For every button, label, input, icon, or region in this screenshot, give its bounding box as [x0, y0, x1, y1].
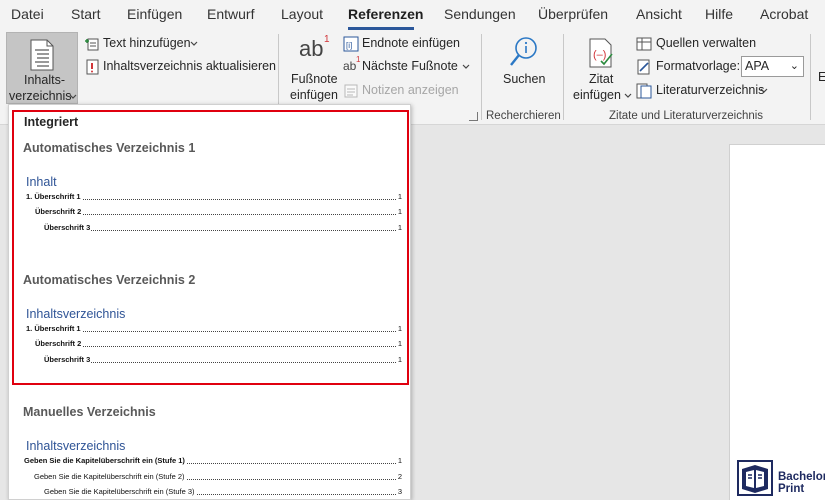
toc-label-line1: Inhalts- [24, 73, 65, 87]
manage-sources-icon [636, 37, 652, 51]
update-toc-icon [86, 59, 99, 75]
gallery-item-name: Manuelles Verzeichnis [23, 405, 156, 419]
bachelor-print-logo: Bachelor Print [737, 460, 825, 498]
citation-style-value: APA [745, 59, 770, 73]
toc-preview-title: Inhaltsverzeichnis [26, 439, 126, 453]
separator [563, 34, 564, 120]
document-page[interactable] [729, 144, 825, 500]
add-text-icon [85, 38, 99, 51]
insert-endnote-button[interactable]: [i] Endnote einfügen [343, 35, 463, 53]
toc-preview-row: Geben Sie die Kapitelüberschrift ein (St… [44, 487, 402, 496]
update-toc-button[interactable]: Inhaltsverzeichnis aktualisieren [84, 58, 284, 76]
toc-preview-row: Geben Sie die Kapitelüberschrift ein (St… [34, 472, 402, 481]
toc-icon [30, 39, 54, 71]
logo-line1: Bachelor [778, 471, 825, 483]
bibliography-button[interactable]: Literaturverzeichnis [636, 82, 776, 100]
separator [810, 34, 811, 120]
show-notes-button[interactable]: Notizen anzeigen [343, 82, 463, 100]
tab-hilfe[interactable]: Hilfe [705, 6, 733, 22]
next-footnote-marker-icon: 1 [356, 55, 361, 64]
tab-layout[interactable]: Layout [281, 6, 323, 22]
bibliography-label: Literaturverzeichnis [656, 83, 765, 97]
group-label-citations: Zitate und Literaturverzeichnis [609, 110, 764, 122]
manage-sources-label: Quellen verwalten [656, 36, 757, 50]
manage-sources-button[interactable]: Quellen verwalten [636, 35, 776, 53]
chevron-down-icon [69, 94, 77, 99]
citation-style-select[interactable]: APA ⌄ [741, 56, 804, 77]
overflow-group-initial: E [818, 70, 825, 84]
citation-label-line1: Zitat [589, 72, 614, 86]
tab-start[interactable]: Start [71, 6, 101, 22]
tab-datei[interactable]: Datei [11, 6, 44, 22]
toc-label-line2: verzeichnis [9, 89, 72, 103]
update-toc-label: Inhaltsverzeichnis aktualisieren [103, 59, 277, 73]
footnote-label-line1: Fußnote [291, 72, 338, 86]
tab-entwurf[interactable]: Entwurf [207, 6, 254, 22]
tab-referenzen[interactable]: Referenzen [348, 6, 423, 22]
footnote-superscript-icon: 1 [324, 34, 330, 45]
next-footnote-label: Nächste Fußnote [362, 59, 458, 73]
add-text-button[interactable]: Text hinzufügen [84, 35, 204, 53]
insert-endnote-label: Endnote einfügen [362, 36, 461, 50]
insert-citation-button[interactable]: (–) Zitat einfügen [571, 32, 633, 104]
tab-ansicht[interactable]: Ansicht [636, 6, 682, 22]
tab-ueberpruefen[interactable]: Überprüfen [538, 6, 608, 22]
chevron-down-icon [624, 93, 632, 98]
svg-text:[i]: [i] [346, 41, 352, 50]
group-label-research: Recherchieren [486, 110, 561, 122]
chevron-down-icon [190, 41, 198, 46]
style-label-text: Formatvorlage: [656, 59, 741, 73]
chevron-down-icon [760, 88, 768, 93]
logo-line2: Print [778, 483, 805, 495]
search-icon [510, 37, 537, 66]
chevron-down-icon [462, 64, 470, 69]
toc-preview-row: Geben Sie die Kapitelüberschrift ein (St… [24, 456, 402, 465]
svg-text:(–): (–) [593, 49, 606, 61]
footnote-label-line2: einfügen [290, 88, 338, 102]
show-notes-label: Notizen anzeigen [362, 83, 459, 97]
tab-sendungen[interactable]: Sendungen [444, 6, 516, 22]
citation-icon: (–) [589, 38, 613, 68]
ribbon-tab-bar: Datei Start Einfügen Entwurf Layout Refe… [0, 0, 825, 30]
chevron-down-icon: ⌄ [789, 60, 799, 72]
footnote-icon: ab [299, 36, 324, 61]
next-footnote-button[interactable]: ab 1 Nächste Fußnote [343, 55, 473, 76]
insert-footnote-button[interactable]: ab 1 Fußnote einfügen [288, 32, 338, 104]
endnote-icon: [i] [343, 36, 359, 52]
bibliography-icon [636, 83, 652, 99]
search-label: Suchen [503, 72, 546, 86]
highlight-frame [12, 110, 409, 385]
tab-einfuegen[interactable]: Einfügen [127, 6, 182, 22]
toc-button[interactable]: Inhalts- verzeichnis [6, 32, 78, 104]
separator [481, 34, 482, 120]
citation-label-line2: einfügen [573, 88, 621, 102]
tab-acrobat[interactable]: Acrobat [760, 6, 808, 22]
style-label: Formatvorlage: [636, 58, 740, 76]
next-footnote-icon: ab [343, 59, 357, 73]
footnotes-dialog-launcher[interactable] [469, 112, 478, 121]
show-notes-icon [344, 84, 358, 98]
search-button[interactable]: Suchen [497, 32, 549, 104]
book-icon [737, 460, 773, 496]
add-text-label: Text hinzufügen [103, 36, 191, 50]
style-icon [637, 59, 650, 75]
